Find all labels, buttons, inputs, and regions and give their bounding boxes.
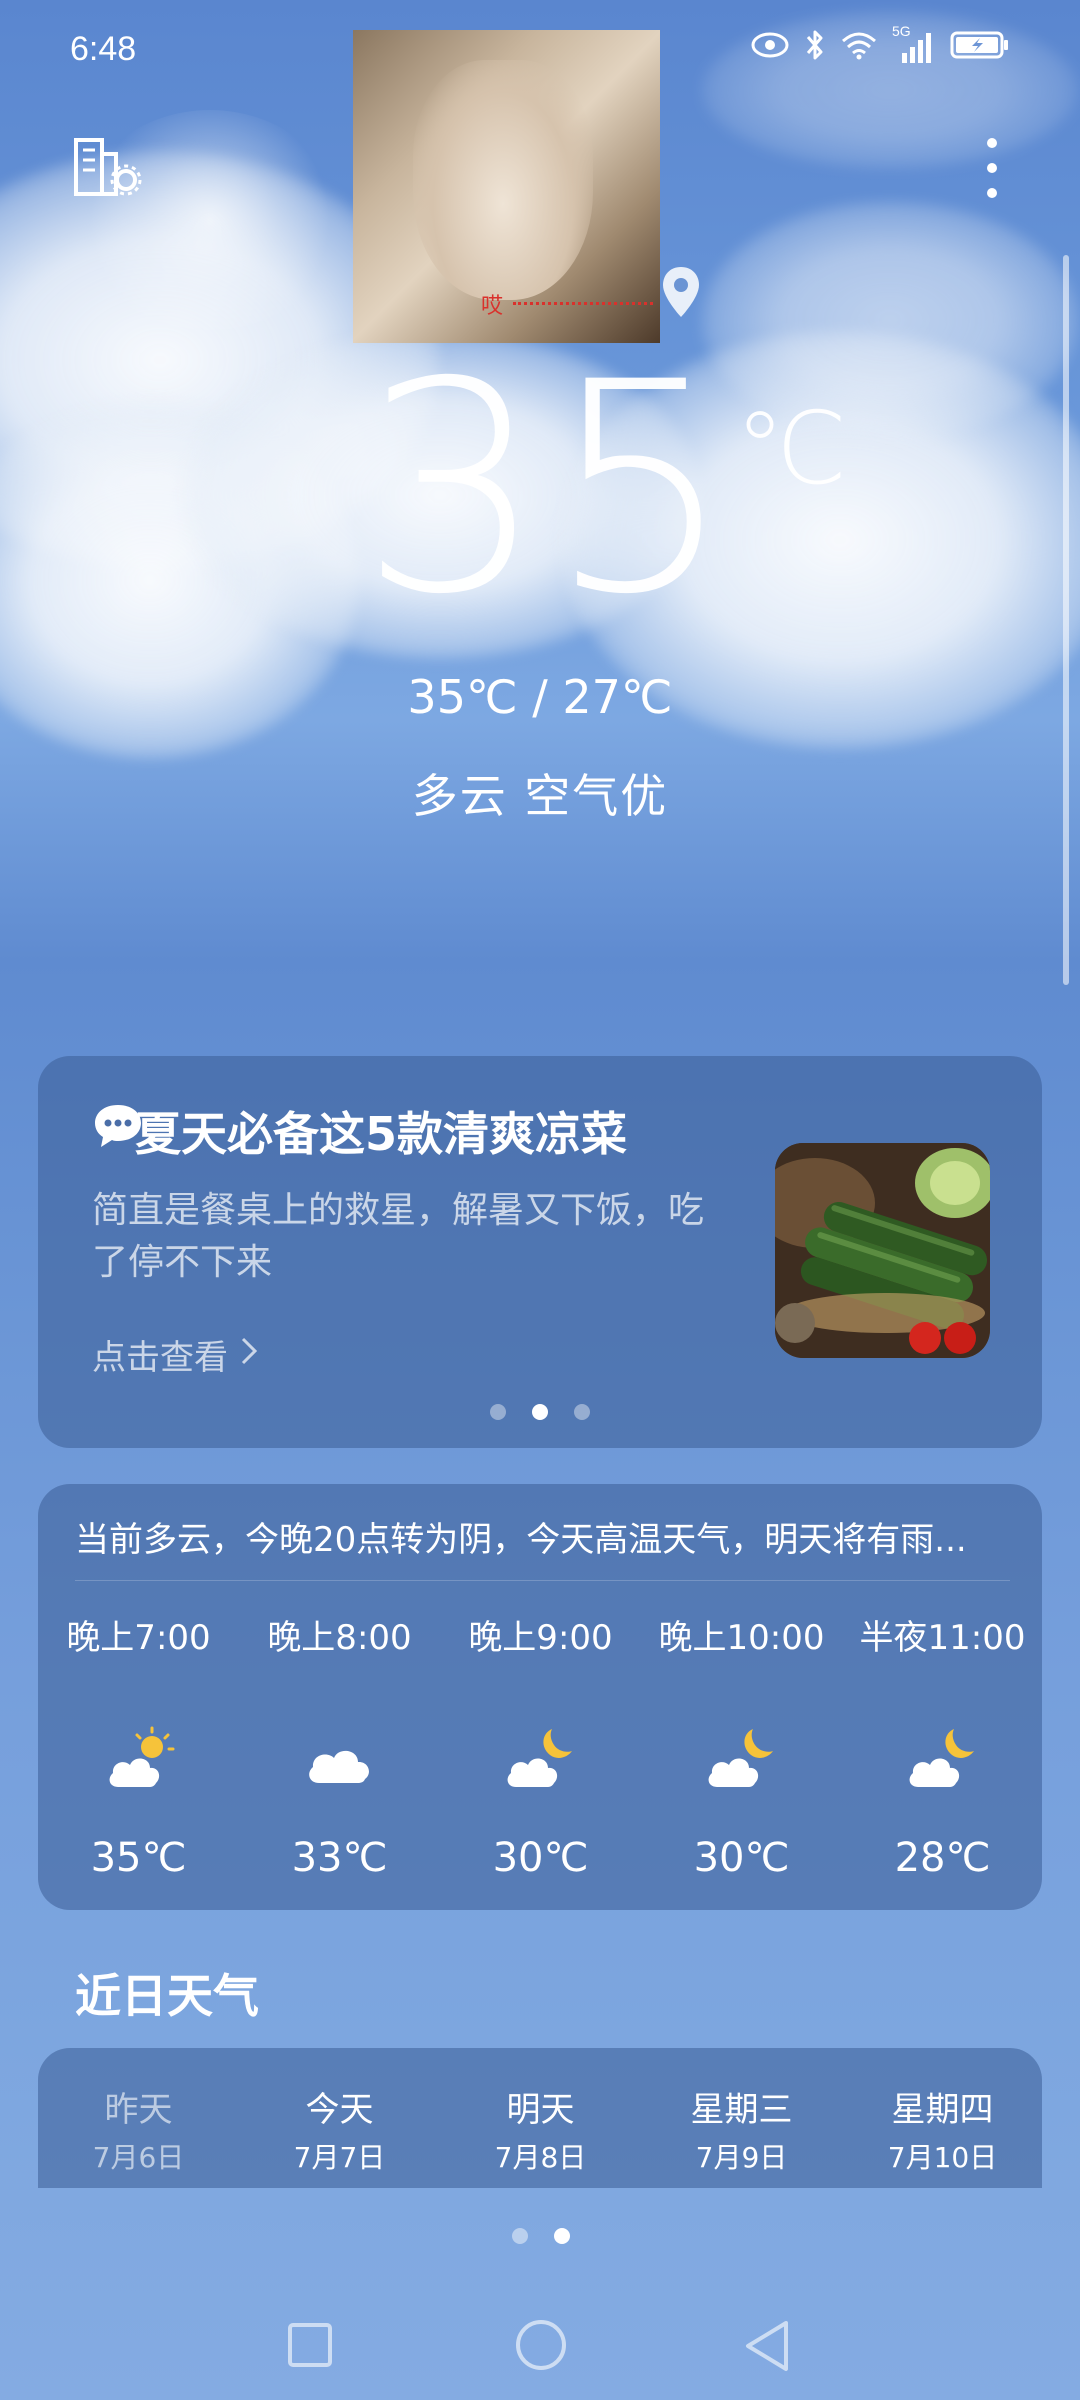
- status-icons: 5G: [750, 23, 1010, 66]
- more-vertical-icon[interactable]: [980, 135, 1004, 209]
- day-date: 7月7日: [293, 2141, 386, 2174]
- moon-cloud-icon: [906, 1725, 982, 1795]
- hour-time: 晚上8:00: [267, 1618, 412, 1658]
- news-pager-dot: [574, 1404, 590, 1420]
- hour-temp: 28℃: [894, 1835, 991, 1881]
- hand-image: [413, 60, 593, 300]
- day-name[interactable]: 今天: [239, 2082, 440, 2131]
- news-view-link[interactable]: 点击查看: [92, 1330, 258, 1379]
- eye-icon: [750, 31, 790, 63]
- overlay-photo: 哎: [353, 30, 660, 343]
- chevron-right-icon: [240, 1335, 258, 1375]
- weather-screen: 6:48 5G 哎 35 ℃ 35℃ / 27℃ 多云 空气优 夏天必备这5款清…: [0, 0, 1080, 2400]
- city-settings-icon[interactable]: [72, 136, 144, 202]
- navigation-bar: [0, 2300, 1080, 2400]
- hour-time: 半夜11:00: [859, 1618, 1026, 1658]
- hour-time: 晚上7:00: [66, 1618, 211, 1658]
- current-temperature: 35: [360, 321, 738, 658]
- weather-condition: 多云 空气优: [411, 769, 669, 823]
- temperature-range: 35℃ / 27℃: [407, 670, 673, 724]
- news-pager-dot: [490, 1404, 506, 1420]
- page-indicator-dot: [512, 2228, 528, 2244]
- hour-temp: 35℃: [90, 1835, 187, 1881]
- signal-icon: 5G: [892, 23, 936, 65]
- hour-temp: 30℃: [693, 1835, 790, 1881]
- location-pin-icon[interactable]: [660, 265, 702, 323]
- hour-temp: 30℃: [492, 1835, 589, 1881]
- news-thumbnail[interactable]: [775, 1143, 990, 1358]
- day-name[interactable]: 星期三: [641, 2082, 842, 2131]
- hour-time: 晚上10:00: [658, 1618, 825, 1658]
- day-date: 7月8日: [494, 2141, 587, 2174]
- cloud-icon: [303, 1725, 379, 1795]
- status-time: 6:48: [70, 30, 137, 68]
- day-date: 7月6日: [92, 2141, 185, 2174]
- moon-cloud-icon: [504, 1725, 580, 1795]
- moon-cloud-icon: [705, 1725, 781, 1795]
- back-icon[interactable]: [742, 2318, 792, 2378]
- photo-dotted-line: [513, 302, 653, 305]
- page-indicator-dot-active: [554, 2228, 570, 2244]
- daily-section-title: 近日天气: [75, 1969, 259, 2023]
- battery-charging-icon: [950, 30, 1010, 64]
- day-name[interactable]: 明天: [440, 2082, 641, 2131]
- wifi-icon: [840, 30, 878, 64]
- news-description: 简直是餐桌上的救星，解暑又下饭，吃了停不下来: [92, 1190, 705, 1283]
- day-name[interactable]: 昨天: [38, 2082, 239, 2131]
- sun-cloud-icon: [104, 1725, 180, 1795]
- day-date: 7月9日: [695, 2141, 788, 2174]
- home-icon[interactable]: [513, 2317, 569, 2377]
- hourly-summary: 当前多云，今晚20点转为阴，今天高温天气，明天将有雨...: [75, 1520, 967, 1560]
- news-title[interactable]: 夏天必备这5款清爽凉菜: [135, 1098, 627, 1164]
- bluetooth-icon: [804, 28, 826, 66]
- hour-time: 晚上9:00: [468, 1618, 613, 1658]
- news-link-label: 点击查看: [92, 1338, 228, 1378]
- hour-temp: 33℃: [291, 1835, 388, 1881]
- day-name[interactable]: 星期四: [842, 2082, 1043, 2131]
- photo-caption: 哎: [481, 294, 504, 319]
- recent-apps-icon[interactable]: [285, 2320, 335, 2374]
- temperature-unit: ℃: [735, 390, 848, 507]
- scroll-indicator: [1063, 255, 1069, 985]
- day-date: 7月10日: [887, 2141, 998, 2174]
- news-pager-dot-active: [532, 1404, 548, 1420]
- divider: [75, 1580, 1010, 1581]
